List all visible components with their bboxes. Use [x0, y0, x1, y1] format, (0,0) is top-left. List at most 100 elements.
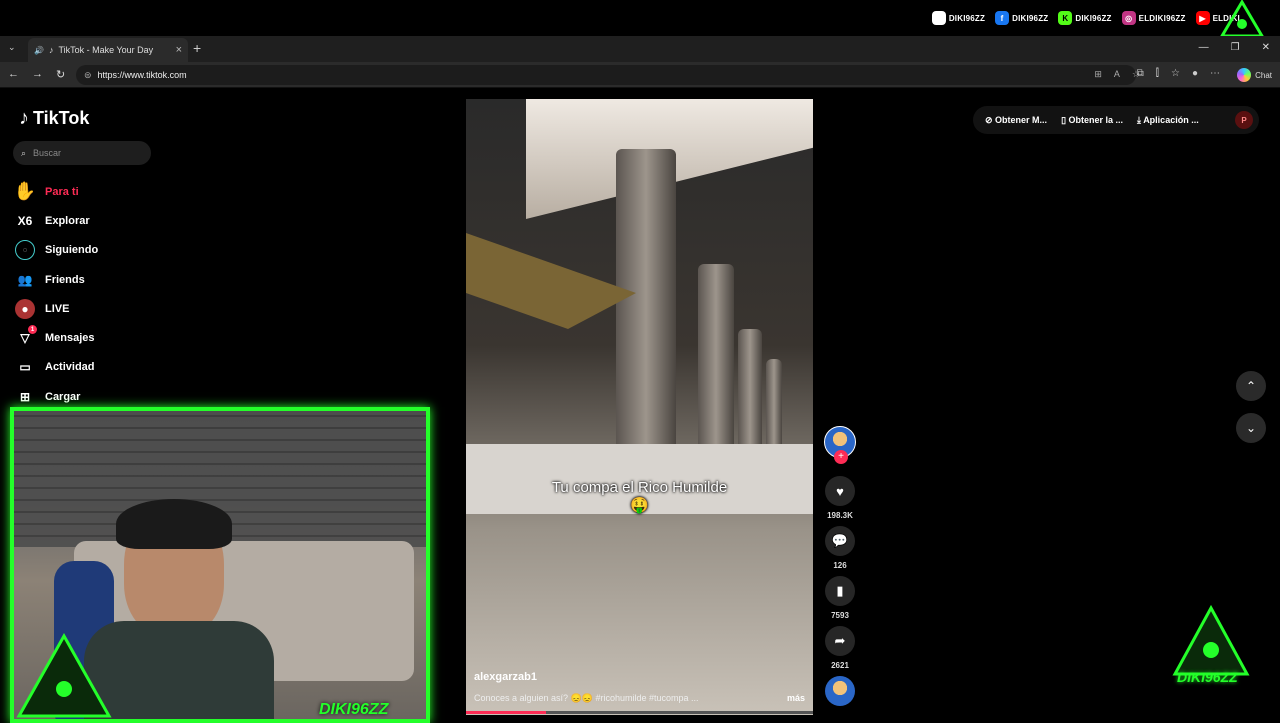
speaker-icon: 🔊 — [34, 45, 44, 55]
browser-extensions: ⧉ ⫿ ☆ ● ⋯ — [1137, 68, 1220, 79]
tiktok-favicon-icon: ♪ — [48, 45, 54, 55]
url-text: https://www.tiktok.com — [97, 70, 187, 80]
chat-label: Chat — [1255, 70, 1272, 80]
sidebar-item-explorar[interactable]: X6 Explorar — [15, 206, 98, 235]
brand-text: DIKI96ZZ — [1177, 669, 1238, 685]
tiktok-logo[interactable]: ♪ TikTok — [19, 107, 89, 130]
previous-video-button[interactable]: ⌃ — [1236, 371, 1266, 401]
follow-plus-icon[interactable]: + — [834, 450, 848, 464]
app-install-icon[interactable]: ⊞ — [1094, 69, 1102, 80]
split-screen-icon[interactable]: ⫿ — [1156, 68, 1159, 79]
compass-icon: X6 — [17, 213, 33, 228]
comment-button[interactable]: 💬 — [825, 526, 855, 556]
reload-button[interactable]: ↻ — [56, 68, 65, 81]
comment-action: 💬 126 — [820, 526, 860, 570]
video-umbrella — [466, 233, 636, 329]
sidebar-item-label: Para ti — [45, 185, 79, 198]
get-app-label: Obtener la ... — [1068, 114, 1124, 125]
like-action: ♥ 198.3K — [820, 476, 860, 520]
sidebar-item-label: Friends — [45, 273, 85, 286]
next-video-button[interactable]: ⌄ — [1236, 413, 1266, 443]
profile-avatar-icon[interactable]: ● — [1192, 68, 1198, 79]
url-actions: ⊞ A ☆ — [1094, 69, 1140, 80]
chevron-down-icon: ⌄ — [1245, 421, 1257, 435]
url-field[interactable]: ⊜ https://www.tiktok.com — [76, 65, 1136, 85]
sidebar-item-actividad[interactable]: ▭ Actividad — [15, 353, 98, 382]
video-player[interactable]: Tu compa el Rico Humilde 🤑 alexgarzab1 C… — [466, 99, 813, 715]
friends-icon: 👥 — [17, 272, 33, 287]
close-window-icon[interactable]: ✕ — [1262, 42, 1270, 53]
favorites-icon[interactable]: ☆ — [1171, 68, 1180, 79]
video-progress[interactable] — [466, 711, 813, 714]
social-instagram: ◎ ELDIKI96ZZ — [1121, 11, 1186, 25]
get-coins-button[interactable]: ⊘ Obtener M... — [985, 115, 1047, 126]
top-actions-bar: ⊘ Obtener M... ▯ Obtener la ... ⤓ Aplica… — [973, 106, 1259, 134]
get-app-button[interactable]: ▯ Obtener la ... — [1061, 115, 1123, 126]
sidebar-item-para-ti[interactable]: ✋ Para ti — [13, 177, 98, 206]
social-handle: DIKI96ZZ — [1012, 13, 1049, 23]
activity-icon: ▭ — [19, 360, 31, 375]
sidebar-item-live[interactable]: ● LIVE — [15, 294, 98, 323]
video-progress-fill — [466, 711, 546, 714]
sidebar-item-label: LIVE — [45, 302, 70, 315]
sidebar-item-mensajes[interactable]: ▽ 1 Mensajes — [15, 323, 98, 352]
sound-avatar[interactable] — [825, 676, 855, 706]
new-tab-button[interactable]: + — [193, 40, 201, 56]
social-handle: ELDIKI96ZZ — [1138, 13, 1186, 23]
instagram-icon: ◎ — [1121, 11, 1136, 25]
profile-avatar[interactable]: P — [1235, 111, 1253, 129]
forward-button[interactable]: → — [32, 68, 43, 80]
save-count: 7593 — [831, 611, 849, 620]
back-button[interactable]: ← — [8, 68, 19, 80]
video-description: Conoces a alguien así? 😞😞 #ricohumilde #… — [474, 693, 699, 703]
social-tiktok: ♪ DIKI96ZZ — [931, 11, 985, 25]
creator-avatar[interactable]: + — [824, 426, 856, 464]
tab-title: TikTok - Make Your Day — [58, 45, 154, 55]
more-menu-icon[interactable]: ⋯ — [1210, 68, 1220, 79]
sidebar-item-label: Actividad — [45, 361, 95, 374]
heart-icon: ♥ — [836, 483, 844, 499]
sidebar-item-label: Siguiendo — [45, 244, 99, 257]
more-button[interactable]: más — [787, 693, 805, 703]
tab-list-chevron-icon[interactable]: ⌄ — [8, 42, 16, 53]
restore-icon[interactable]: ❐ — [1231, 42, 1240, 53]
sidebar-item-siguiendo[interactable]: ◌ Siguiendo — [15, 236, 98, 265]
following-icon: ◌ — [15, 240, 35, 261]
kick-icon: K — [1058, 11, 1073, 25]
stream-overlay-bar: ♪ DIKI96ZZ f DIKI96ZZ K DIKI96ZZ ◎ ELDIK… — [0, 0, 1280, 38]
like-count: 198.3K — [827, 511, 853, 520]
download-app-button[interactable]: ⤓ Aplicación ... — [1137, 115, 1199, 126]
messages-icon: ▽ 1 — [15, 325, 37, 348]
search-icon: ⌕ — [21, 147, 27, 158]
social-handles: ♪ DIKI96ZZ f DIKI96ZZ K DIKI96ZZ ◎ ELDIK… — [931, 11, 1240, 25]
copilot-chat-button[interactable]: Chat — [1237, 66, 1272, 84]
share-button[interactable]: ➦ — [825, 626, 855, 656]
sidebar-item-friends[interactable]: 👥 Friends — [15, 265, 98, 294]
upload-icon: ⊞ — [19, 389, 31, 404]
home-icon: ✋ — [13, 181, 37, 202]
webcam-person-hair — [116, 499, 232, 549]
search-placeholder: Buscar — [33, 148, 62, 158]
download-app-label: Aplicación ... — [1143, 114, 1199, 125]
translate-icon[interactable]: A — [1114, 69, 1120, 80]
tiktok-page: ♪ TikTok ⌕ Buscar ✋ Para ti X6 Explorar … — [3, 89, 1277, 723]
minimize-icon[interactable]: — — [1199, 42, 1209, 53]
webcam-logo-icon — [16, 632, 112, 718]
sidebar-item-label: Cargar — [45, 390, 81, 403]
save-button[interactable]: ▮ — [825, 576, 855, 606]
search-input[interactable]: ⌕ Buscar — [13, 141, 151, 165]
like-button[interactable]: ♥ — [825, 476, 855, 506]
address-bar-row: ← → ↻ ⊜ https://www.tiktok.com ⊞ A ☆ ⧉ ⫿… — [0, 62, 1280, 88]
get-coins-label: Obtener M... — [995, 114, 1048, 125]
streamer-logo-icon — [1219, 0, 1265, 38]
close-tab-icon[interactable]: × — [176, 44, 182, 56]
video-author[interactable]: alexgarzab1 — [474, 671, 537, 683]
site-info-icon[interactable]: ⊜ — [84, 70, 92, 81]
tab-tiktok[interactable]: 🔊 ♪ TikTok - Make Your Day × — [28, 38, 188, 62]
facebook-icon: f — [995, 11, 1010, 25]
extensions-icon[interactable]: ⧉ — [1137, 68, 1144, 79]
live-icon: ● — [15, 298, 35, 319]
browser-tab-bar: ⌄ 🔊 ♪ TikTok - Make Your Day × + — ❐ ✕ — [0, 36, 1280, 62]
sidebar-item-label: Mensajes — [45, 332, 95, 345]
sidebar-item-label: Explorar — [45, 214, 90, 227]
